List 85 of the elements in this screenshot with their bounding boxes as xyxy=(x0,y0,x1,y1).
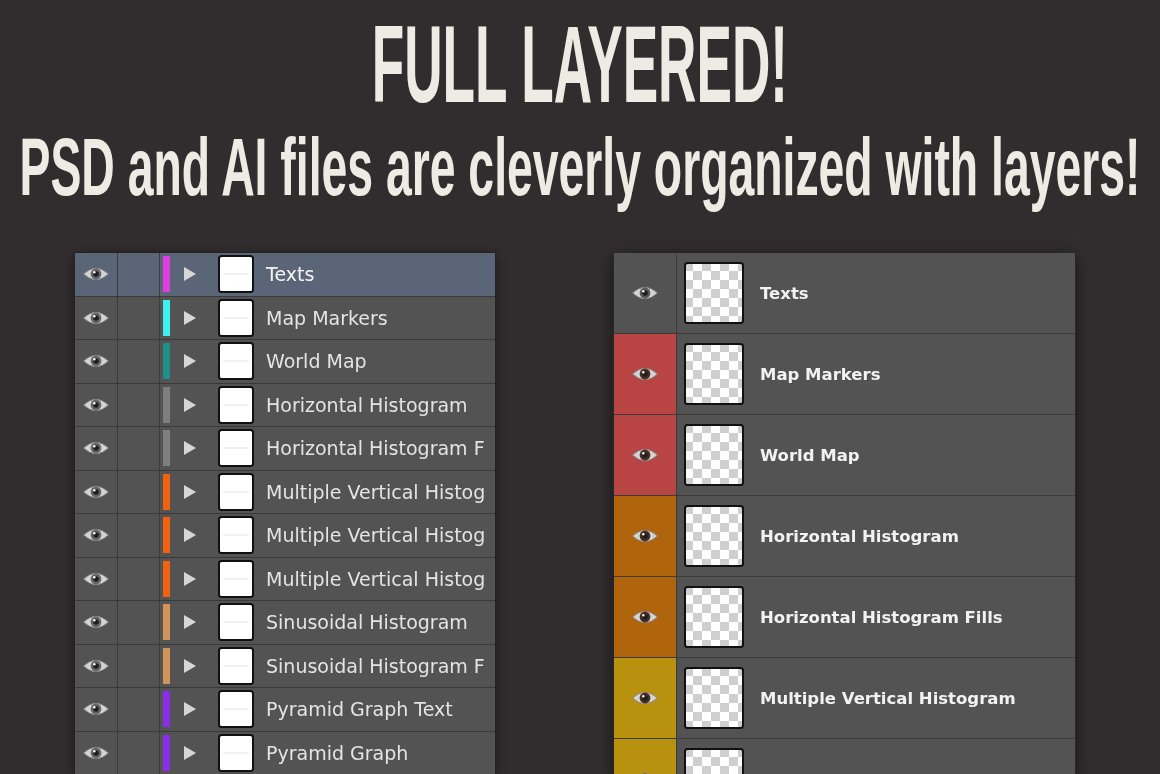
layer-thumbnail-icon xyxy=(218,516,254,555)
layer-name: Texts xyxy=(760,283,809,303)
layer-name: World Map xyxy=(266,350,367,373)
disclosure-triangle-icon[interactable] xyxy=(184,745,196,760)
eye-icon[interactable] xyxy=(83,744,109,761)
eye-icon[interactable] xyxy=(83,309,109,326)
eye-icon[interactable] xyxy=(83,527,109,544)
layer-row[interactable]: Sinusoidal Histogram F xyxy=(75,644,495,688)
layer-name: Pyramid Graph xyxy=(266,741,409,764)
layer-row[interactable]: Horizontal Histogram xyxy=(75,383,495,427)
layer-row[interactable]: Multiple Vertical Histogram xyxy=(614,658,1075,739)
layer-name: World Map xyxy=(760,445,860,465)
eye-icon[interactable] xyxy=(83,483,109,500)
layer-name: Horizontal Histogram xyxy=(266,393,468,416)
layer-thumbnail-icon xyxy=(218,559,254,598)
layer-thumbnail-icon xyxy=(684,586,744,648)
layer-name: Multiple Vertical Histog xyxy=(266,480,486,503)
layer-thumbnail-icon xyxy=(218,385,254,424)
headline: FULL LAYERED! xyxy=(371,9,789,119)
layer-name: Sinusoidal Histogram F xyxy=(266,654,485,677)
layer-row[interactable]: Map Markers xyxy=(614,334,1075,415)
layer-thumbnail-icon xyxy=(218,733,254,772)
disclosure-triangle-icon[interactable] xyxy=(184,702,196,717)
eye-icon[interactable] xyxy=(632,690,658,706)
eye-icon[interactable] xyxy=(632,366,658,382)
disclosure-triangle-icon[interactable] xyxy=(184,310,196,325)
layer-thumbnail-icon xyxy=(218,298,254,337)
layer-thumbnail-icon xyxy=(218,690,254,729)
layer-thumbnail-icon xyxy=(218,429,254,468)
eye-icon[interactable] xyxy=(83,266,109,283)
layer-row[interactable]: Texts xyxy=(75,253,495,297)
layer-row[interactable]: Sinusoidal Histogram xyxy=(75,601,495,645)
layer-row[interactable]: Pyramid Graph xyxy=(75,731,495,774)
eye-icon[interactable] xyxy=(632,447,658,463)
disclosure-triangle-icon[interactable] xyxy=(184,571,196,586)
layer-name: Multiple Vertical Histog xyxy=(266,567,486,590)
layer-row[interactable]: Multiple Vertical Histog xyxy=(75,470,495,514)
layer-row[interactable]: Horizontal Histogram F xyxy=(75,427,495,471)
eye-icon[interactable] xyxy=(83,657,109,674)
layer-name: Horizontal Histogram F xyxy=(266,437,485,460)
layer-row[interactable]: Horizontal Histogram xyxy=(614,496,1075,577)
eye-icon[interactable] xyxy=(83,353,109,370)
layer-thumbnail-icon xyxy=(218,603,254,642)
layer-thumbnail-icon xyxy=(684,424,744,486)
layer-thumbnail-icon xyxy=(684,667,744,729)
layer-name: Multiple Vertical Histogram xyxy=(760,688,1016,708)
layer-thumbnail-icon xyxy=(684,505,744,567)
disclosure-triangle-icon[interactable] xyxy=(184,484,196,499)
layer-thumbnail-icon xyxy=(218,646,254,685)
layer-row[interactable]: Map Markers xyxy=(75,296,495,340)
layer-name: Sinusoidal Histogram xyxy=(266,611,468,634)
eye-icon[interactable] xyxy=(83,396,109,413)
eye-icon[interactable] xyxy=(83,701,109,718)
disclosure-triangle-icon[interactable] xyxy=(184,354,196,369)
layer-row[interactable]: Texts xyxy=(614,253,1075,334)
disclosure-triangle-icon[interactable] xyxy=(184,397,196,412)
eye-icon[interactable] xyxy=(632,609,658,625)
layer-name: Horizontal Histogram xyxy=(760,526,959,546)
layer-name: Pyramid Graph Text xyxy=(266,698,453,721)
layer-thumbnail-icon xyxy=(218,255,254,294)
layer-thumbnail-icon xyxy=(218,472,254,511)
layer-row[interactable]: Multiple Vertical Histog xyxy=(75,557,495,601)
layer-name: Map Markers xyxy=(266,306,388,329)
layer-thumbnail-icon xyxy=(218,342,254,381)
eye-icon[interactable] xyxy=(83,570,109,587)
disclosure-triangle-icon[interactable] xyxy=(184,615,196,630)
disclosure-triangle-icon[interactable] xyxy=(184,528,196,543)
disclosure-triangle-icon[interactable] xyxy=(184,441,196,456)
layer-thumbnail-icon xyxy=(684,262,744,324)
layer-thumbnail-icon xyxy=(684,343,744,405)
layer-name: Horizontal Histogram Fills xyxy=(760,607,1003,627)
layer-row[interactable]: Horizontal Histogram Fills xyxy=(614,577,1075,658)
eye-icon[interactable] xyxy=(83,614,109,631)
layer-name: Map Markers xyxy=(760,364,881,384)
layer-name: Multiple Vertical Histog xyxy=(266,524,486,547)
layer-row[interactable]: Multiple Vertical Histog xyxy=(75,514,495,558)
eye-icon[interactable] xyxy=(83,440,109,457)
layer-row[interactable]: Pyramid Graph Text xyxy=(75,688,495,732)
layer-row[interactable]: World Map xyxy=(75,340,495,384)
layer-row[interactable]: World Map xyxy=(614,415,1075,496)
layer-name: Texts xyxy=(266,263,315,286)
disclosure-triangle-icon[interactable] xyxy=(184,658,196,673)
eye-icon[interactable] xyxy=(632,528,658,544)
eye-icon[interactable] xyxy=(632,285,658,301)
disclosure-triangle-icon[interactable] xyxy=(184,267,196,282)
